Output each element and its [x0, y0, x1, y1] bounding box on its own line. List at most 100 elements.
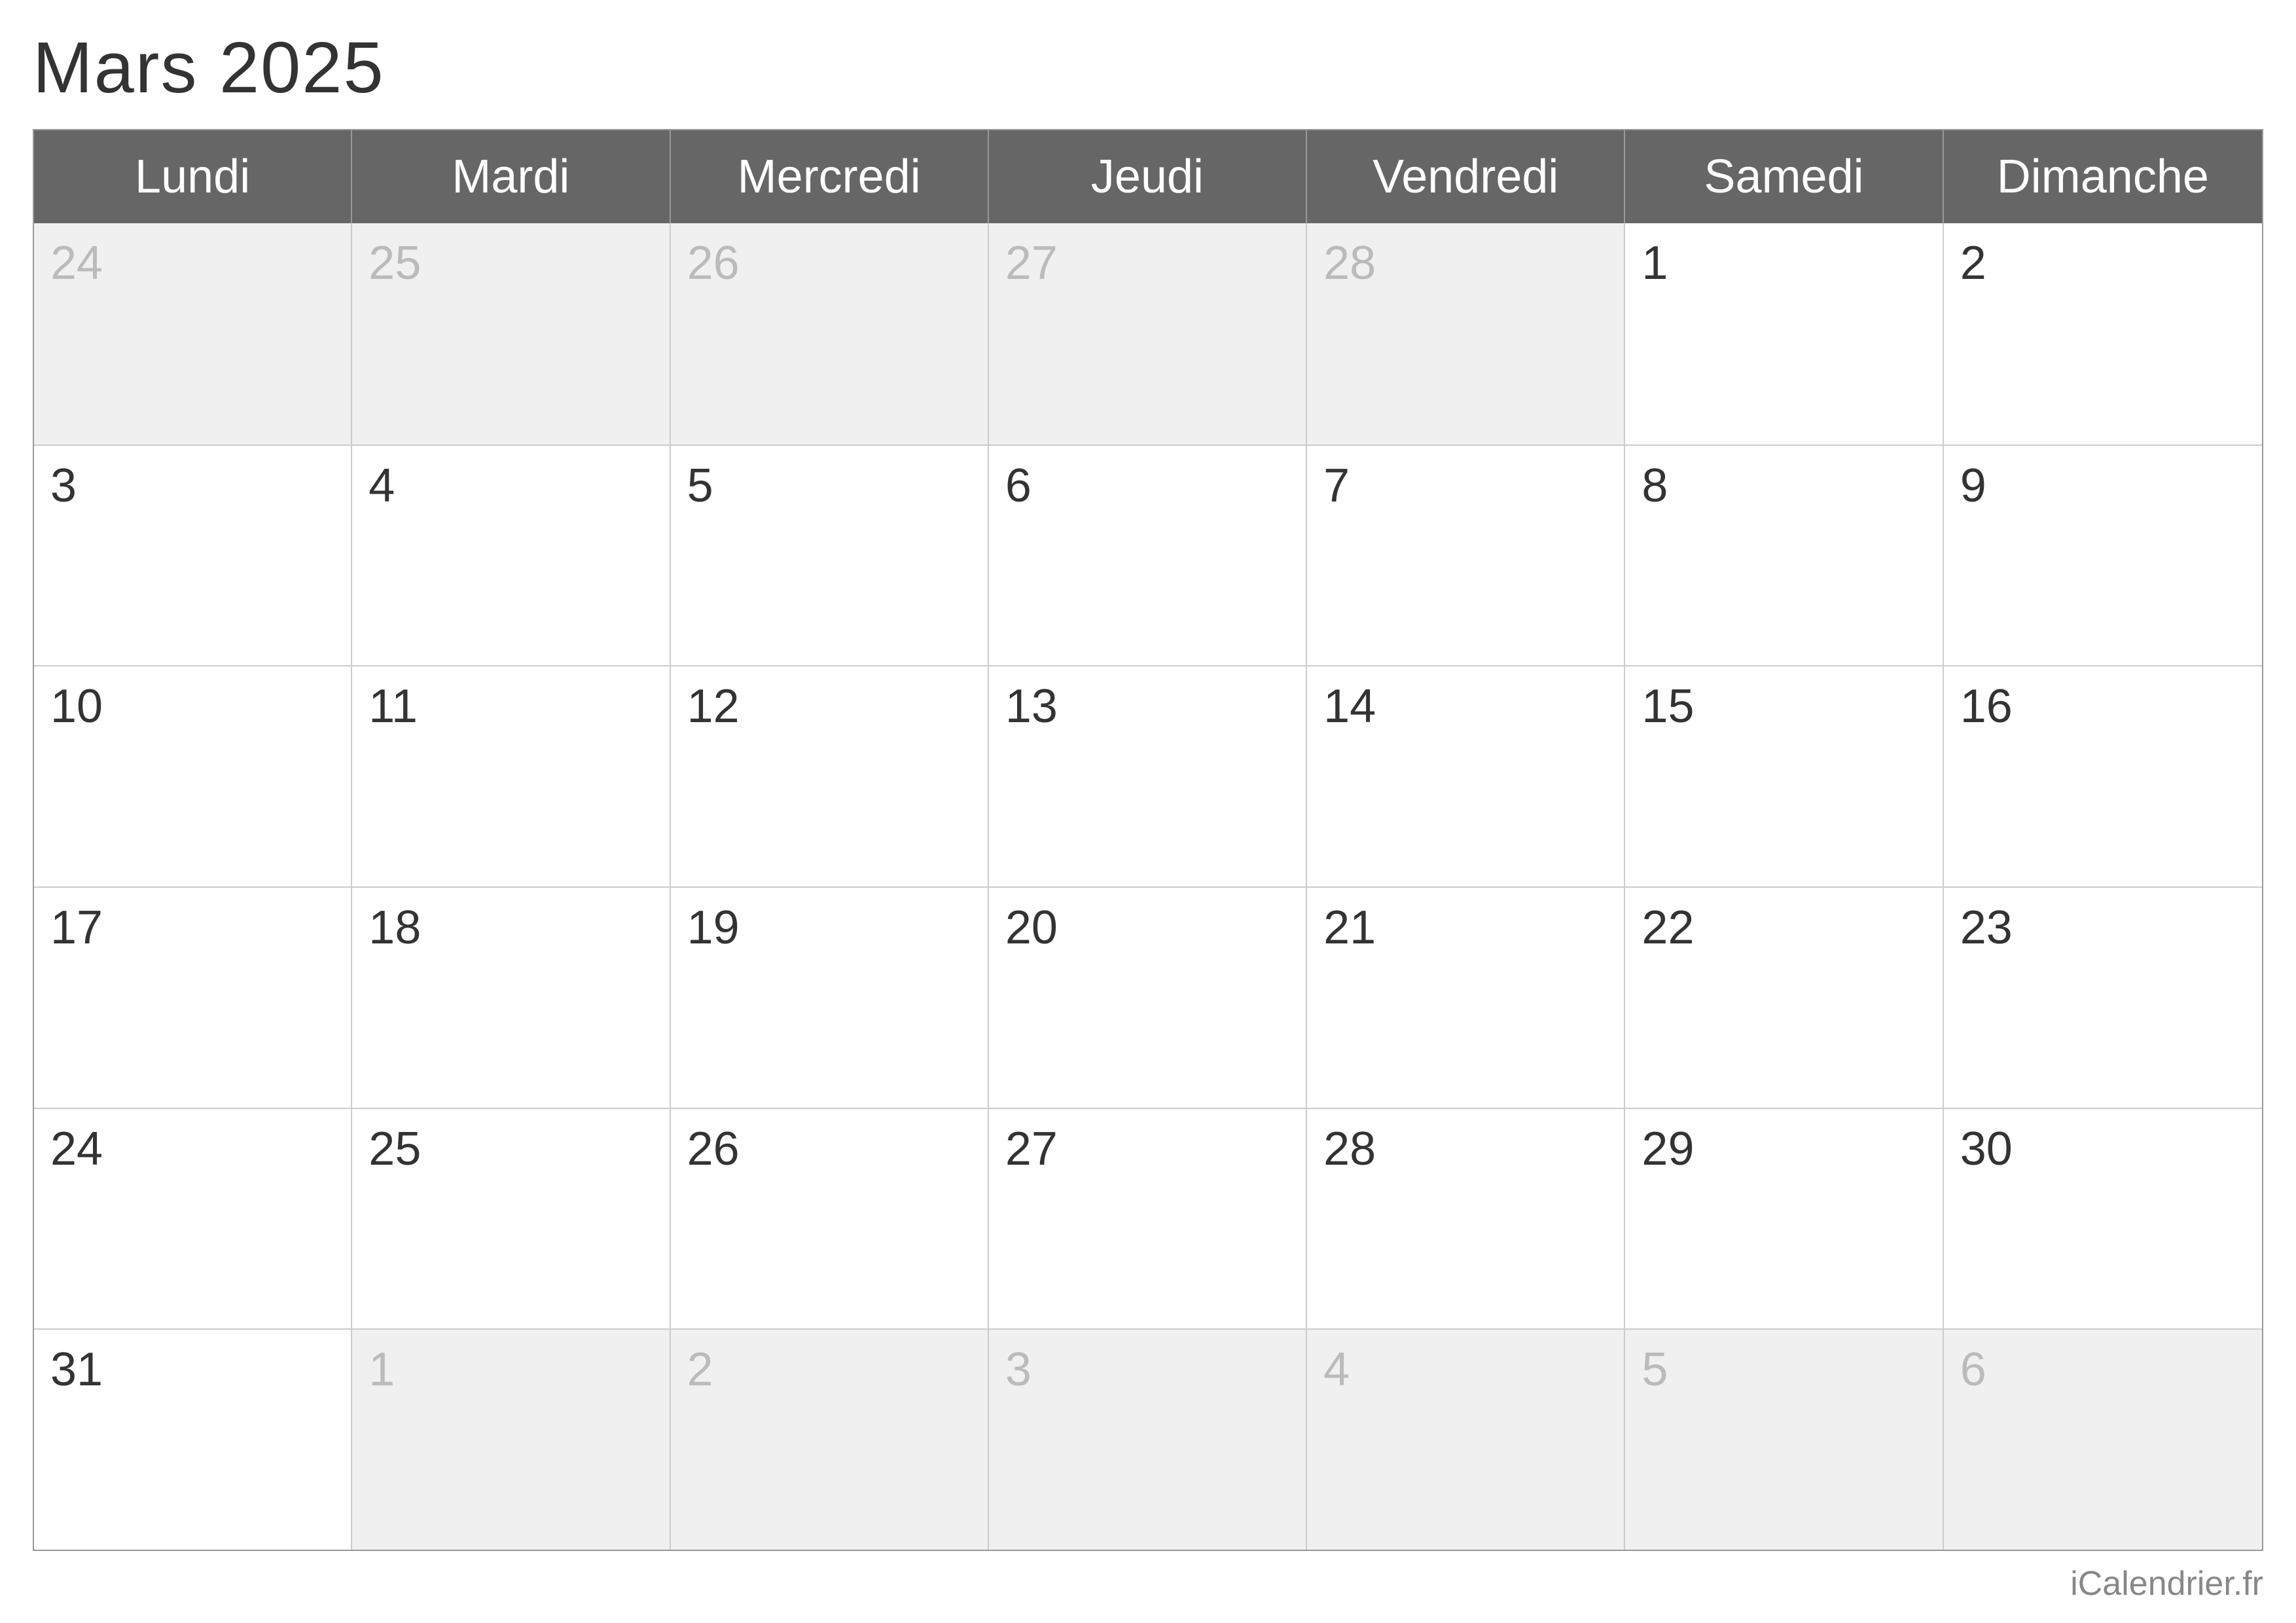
calendar-day[interactable]: 29: [1625, 1109, 1943, 1329]
page-title: Mars 2025: [33, 26, 2263, 109]
day-number: 8: [1641, 460, 1668, 512]
calendar-day[interactable]: 8: [1625, 446, 1943, 666]
day-number: 25: [368, 237, 421, 289]
calendar-day[interactable]: 2: [671, 1330, 989, 1550]
day-number: 16: [1960, 680, 2013, 733]
footer: iCalendrier.fr: [33, 1551, 2263, 1603]
day-number: 2: [1960, 237, 1986, 289]
day-number: 1: [368, 1343, 395, 1396]
week-row-0: 24 25 26 27 28 1 2: [34, 223, 2262, 445]
calendar-day[interactable]: 24: [34, 1109, 352, 1329]
day-number: 11: [368, 680, 418, 733]
calendar-day[interactable]: 23: [1944, 888, 2262, 1108]
day-number: 19: [687, 902, 740, 954]
calendar-day[interactable]: 25: [352, 223, 670, 445]
day-number: 26: [687, 1123, 740, 1175]
day-number: 5: [1641, 1343, 1668, 1396]
day-number: 14: [1323, 680, 1376, 733]
calendar-day[interactable]: 15: [1625, 666, 1943, 886]
calendar-header: LundiMardiMercrediJeudiVendrediSamediDim…: [34, 130, 2262, 223]
calendar-day[interactable]: 10: [34, 666, 352, 886]
calendar-day[interactable]: 5: [671, 446, 989, 666]
day-number: 18: [368, 902, 421, 954]
day-number: 13: [1005, 680, 1058, 733]
day-number: 12: [687, 680, 740, 733]
header-day-mercredi: Mercredi: [671, 130, 989, 223]
calendar-day[interactable]: 5: [1625, 1330, 1943, 1550]
day-number: 2: [687, 1343, 713, 1396]
calendar-day[interactable]: 6: [989, 446, 1307, 666]
header-day-mardi: Mardi: [352, 130, 670, 223]
day-number: 5: [687, 460, 713, 512]
calendar-day[interactable]: 24: [34, 223, 352, 445]
calendar-day[interactable]: 19: [671, 888, 989, 1108]
calendar-day[interactable]: 4: [352, 446, 670, 666]
calendar-day[interactable]: 14: [1307, 666, 1625, 886]
calendar-day[interactable]: 27: [989, 1109, 1307, 1329]
day-number: 9: [1960, 460, 1986, 512]
day-number: 7: [1323, 460, 1350, 512]
calendar-day[interactable]: 2: [1944, 223, 2262, 445]
calendar-day[interactable]: 1: [1625, 223, 1943, 445]
calendar-day[interactable]: 12: [671, 666, 989, 886]
calendar-day[interactable]: 28: [1307, 1109, 1625, 1329]
day-number: 24: [50, 1123, 103, 1175]
calendar-day[interactable]: 17: [34, 888, 352, 1108]
day-number: 17: [50, 902, 103, 954]
calendar-day[interactable]: 26: [671, 223, 989, 445]
calendar-day[interactable]: 21: [1307, 888, 1625, 1108]
day-number: 22: [1641, 902, 1694, 954]
calendar-day[interactable]: 13: [989, 666, 1307, 886]
calendar: LundiMardiMercrediJeudiVendrediSamediDim…: [33, 129, 2263, 1551]
day-number: 20: [1005, 902, 1058, 954]
week-row-2: 10 11 12 13 14 15 16: [34, 665, 2262, 886]
calendar-day[interactable]: 18: [352, 888, 670, 1108]
calendar-day[interactable]: 31: [34, 1330, 352, 1550]
day-number: 4: [368, 460, 395, 512]
day-number: 25: [368, 1123, 421, 1175]
header-day-vendredi: Vendredi: [1307, 130, 1625, 223]
day-number: 27: [1005, 237, 1058, 289]
week-row-3: 17 18 19 20 21 22 23: [34, 886, 2262, 1108]
day-number: 21: [1323, 902, 1376, 954]
day-number: 6: [1005, 460, 1031, 512]
header-day-jeudi: Jeudi: [989, 130, 1307, 223]
day-number: 23: [1960, 902, 2013, 954]
calendar-day[interactable]: 6: [1944, 1330, 2262, 1550]
day-number: 28: [1323, 1123, 1376, 1175]
calendar-day[interactable]: 9: [1944, 446, 2262, 666]
day-number: 10: [50, 680, 103, 733]
week-row-5: 31 1 2 3 4 5 6: [34, 1328, 2262, 1550]
header-day-lundi: Lundi: [34, 130, 352, 223]
day-number: 3: [1005, 1343, 1031, 1396]
calendar-day[interactable]: 27: [989, 223, 1307, 445]
day-number: 26: [687, 237, 740, 289]
day-number: 1: [1641, 237, 1668, 289]
day-number: 27: [1005, 1123, 1058, 1175]
calendar-day[interactable]: 1: [352, 1330, 670, 1550]
week-row-1: 3 4 5 6 7 8 9: [34, 445, 2262, 666]
calendar-day[interactable]: 7: [1307, 446, 1625, 666]
calendar-day[interactable]: 22: [1625, 888, 1943, 1108]
week-row-4: 24 25 26 27 28 29 30: [34, 1108, 2262, 1329]
day-number: 31: [50, 1343, 103, 1396]
header-day-samedi: Samedi: [1625, 130, 1943, 223]
day-number: 6: [1960, 1343, 1986, 1396]
calendar-day[interactable]: 16: [1944, 666, 2262, 886]
day-number: 4: [1323, 1343, 1350, 1396]
calendar-day[interactable]: 25: [352, 1109, 670, 1329]
calendar-day[interactable]: 3: [989, 1330, 1307, 1550]
day-number: 15: [1641, 680, 1694, 733]
day-number: 30: [1960, 1123, 2013, 1175]
day-number: 24: [50, 237, 103, 289]
calendar-day[interactable]: 4: [1307, 1330, 1625, 1550]
calendar-day[interactable]: 26: [671, 1109, 989, 1329]
calendar-day[interactable]: 3: [34, 446, 352, 666]
calendar-day[interactable]: 28: [1307, 223, 1625, 445]
calendar-day[interactable]: 11: [352, 666, 670, 886]
day-number: 29: [1641, 1123, 1694, 1175]
day-number: 3: [50, 460, 77, 512]
calendar-body: 2425262728123456789101112131415161718192…: [34, 223, 2262, 1550]
calendar-day[interactable]: 30: [1944, 1109, 2262, 1329]
calendar-day[interactable]: 20: [989, 888, 1307, 1108]
